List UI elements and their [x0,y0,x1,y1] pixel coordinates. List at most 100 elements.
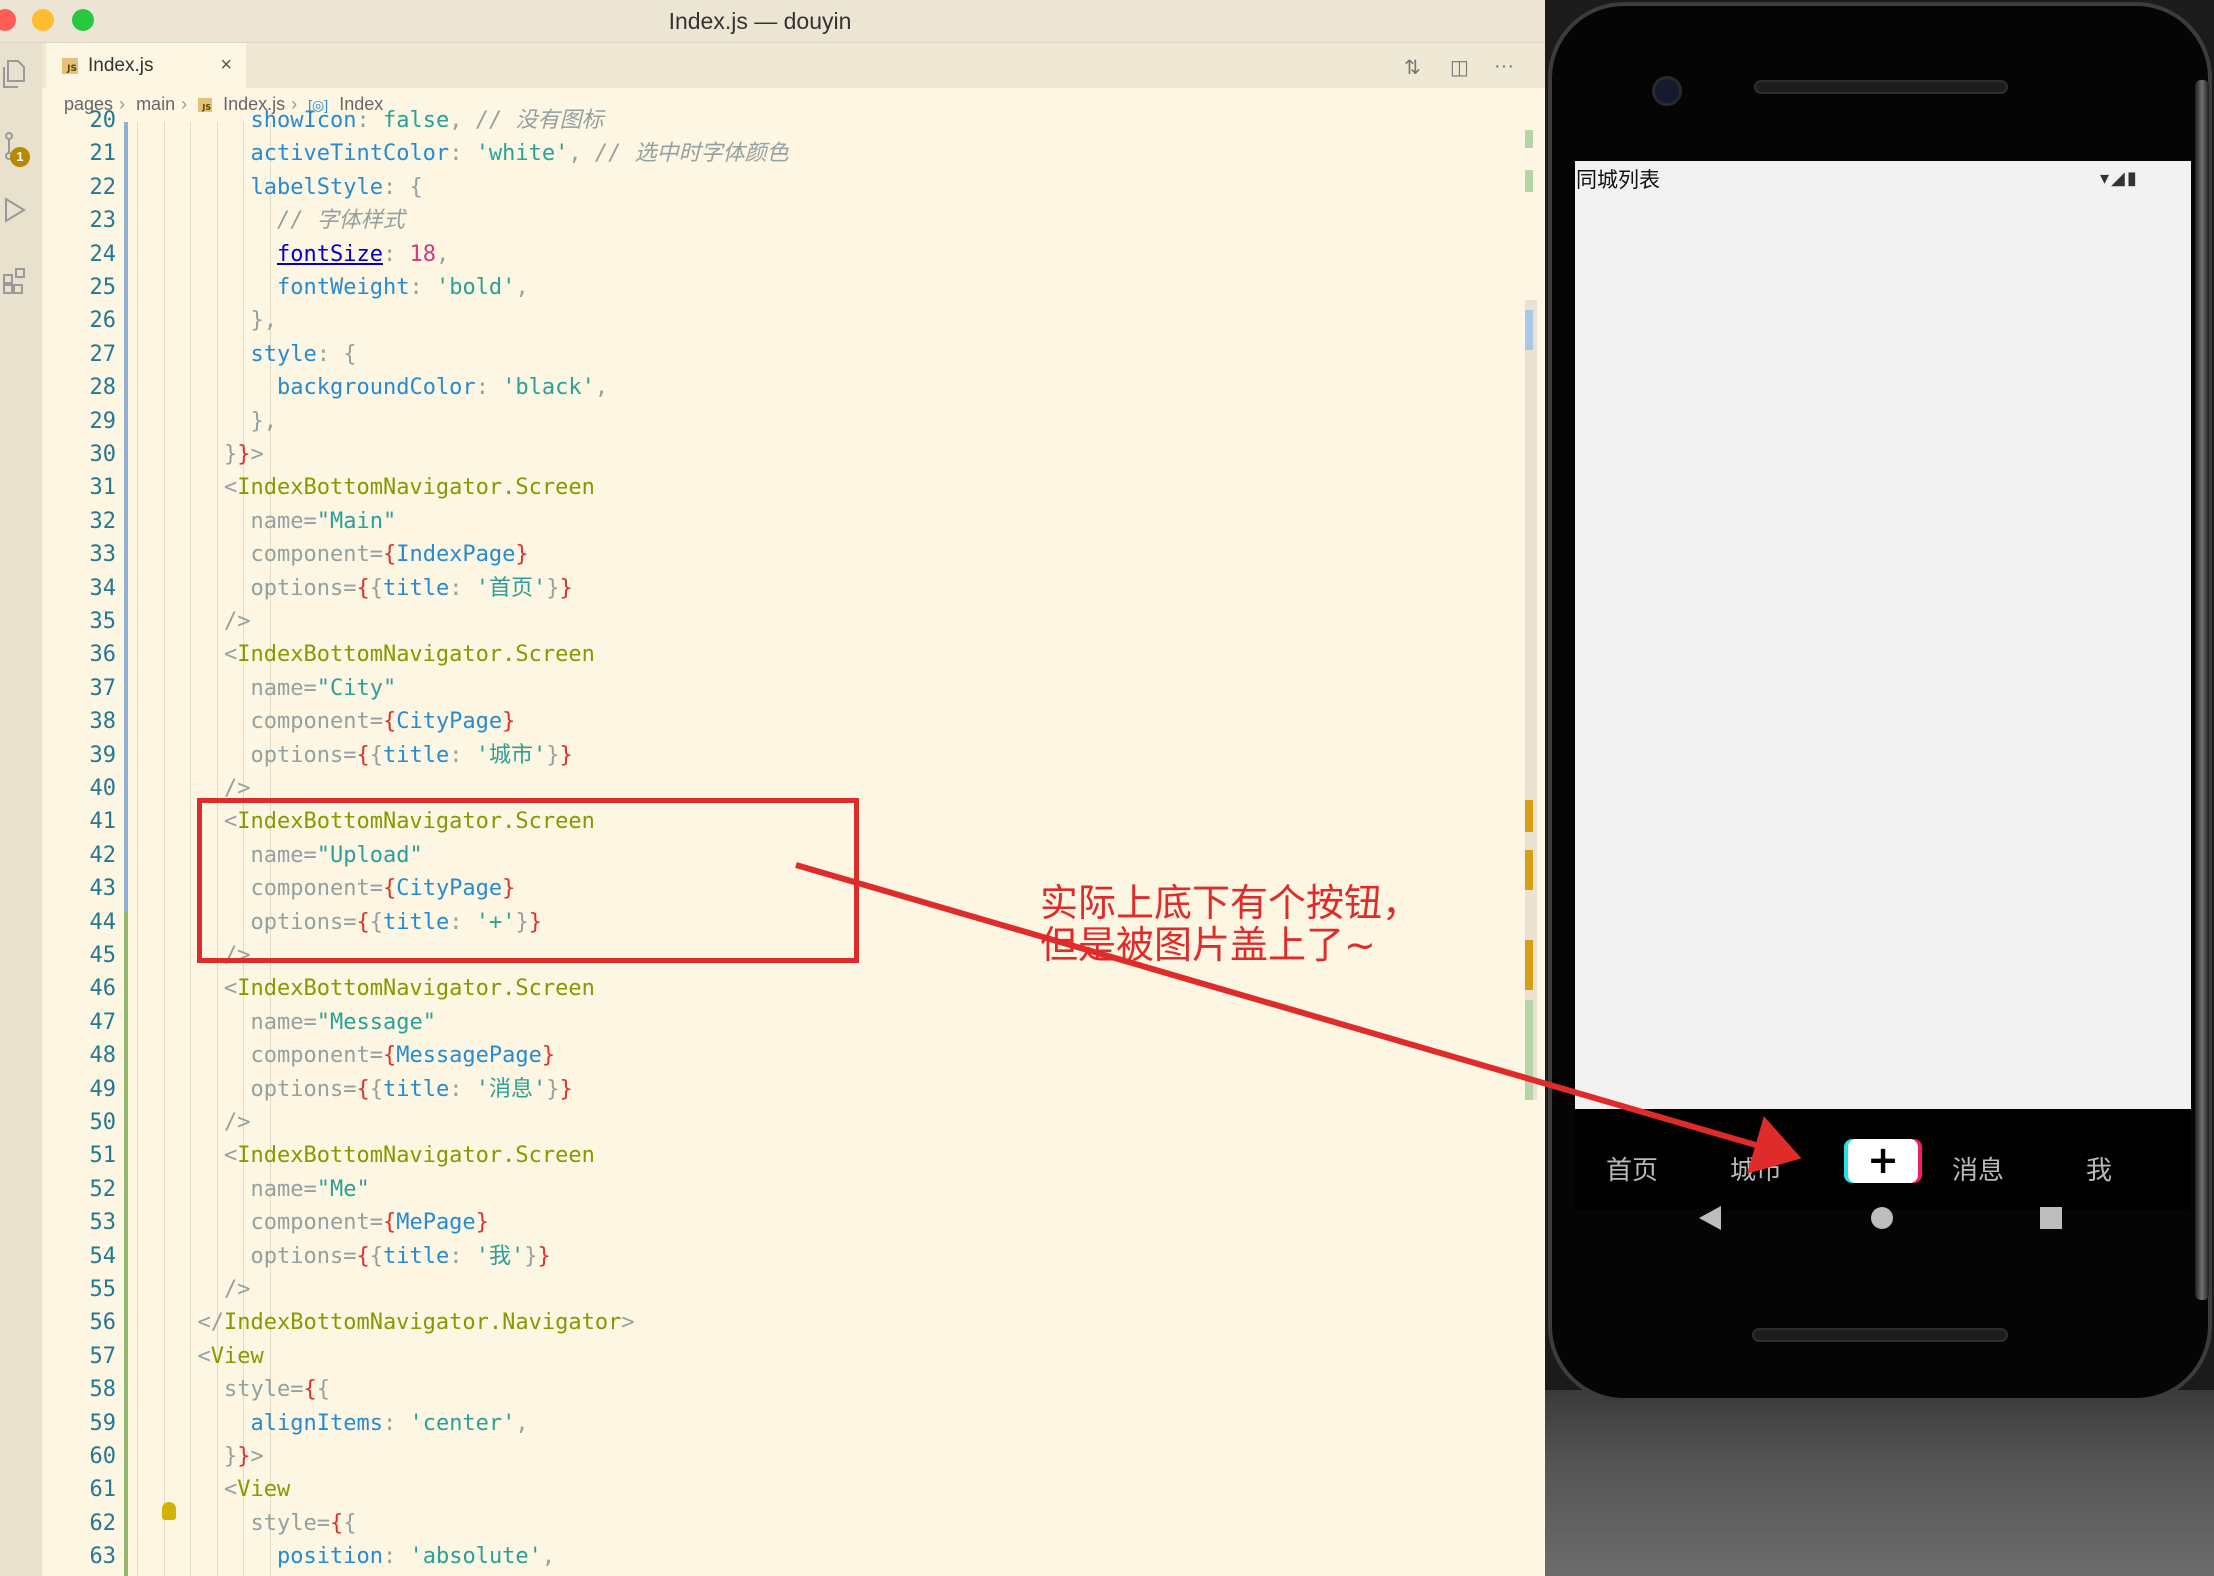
code-text: position: 'absolute', [277,1540,555,1573]
code-text: component={CityPage} [251,705,516,738]
code-token: labelStyle [250,174,383,200]
line-number: 55 [89,1277,117,1302]
line-number: 29 [89,408,117,434]
line-number: 63 [89,1544,117,1570]
code-token: 'white' [475,141,569,167]
code-token: // 字体样式 [277,208,405,234]
code-token: { [356,1076,370,1102]
code-token: View [237,1477,291,1503]
code-token: name= [250,1009,317,1035]
tab-index-js[interactable]: JS Index.js × [46,43,246,88]
tab-me[interactable]: 我 [2086,1150,2112,1187]
line-number: 54 [89,1243,117,1269]
javascript-file-icon: JS [198,98,213,112]
code-token: , [568,141,595,167]
breadcrumb-main[interactable]: main [136,94,175,114]
line-number: 36 [89,642,117,668]
line-number: 47 [89,1009,117,1035]
code-token: component= [250,1043,383,1069]
code-token: { [356,575,370,601]
code-token: { [382,542,397,568]
code-token: { [343,1510,357,1536]
app-screen[interactable] [1575,161,2191,1109]
code-token: style= [250,1510,330,1536]
camera-icon [1652,76,1682,106]
code-text: /> [224,1273,251,1306]
window-title: Index.js — douyin [668,8,852,34]
code-text: showIcon: false, // 没有图标 [251,104,604,137]
code-token: name= [250,675,317,701]
tab-home[interactable]: 首页 [1606,1150,1658,1187]
code-token: </ [197,1310,225,1336]
line-number: 58 [89,1377,117,1403]
line-number: 62 [89,1510,117,1536]
line-number: 28 [89,375,117,401]
line-number: 24 [89,241,117,267]
line-number: 50 [89,1110,117,1135]
back-icon[interactable] [1697,1204,1723,1232]
line-number: 43 [89,876,117,902]
code-token: } [524,1243,538,1269]
code-token: < [224,976,238,1002]
split-editor-icon[interactable]: ◫ [1450,55,1469,80]
explorer-icon[interactable] [2,59,28,89]
indent-guide [137,122,138,1576]
extensions-icon[interactable] [2,265,28,295]
code-token: /> [224,1277,251,1302]
code-token: title [382,575,450,601]
code-token: activeTintColor [250,141,450,167]
recents-icon[interactable] [2038,1204,2064,1232]
code-token: > [250,1444,264,1469]
status-bar [1575,161,2191,197]
lightbulb-icon[interactable] [162,1502,176,1520]
tab-city[interactable]: 城市 [1730,1150,1782,1187]
code-token: "City" [316,675,397,701]
phone-edge [2195,80,2209,1300]
code-token: : [449,742,476,768]
code-token: 18 [409,241,436,267]
code-token: '城市' [475,742,547,768]
code-token: /> [224,609,251,634]
code-token: "Me" [316,1176,370,1202]
code-token: : [449,141,476,167]
code-text: <IndexBottomNavigator.Screen [224,1139,595,1172]
code-token: component= [250,542,383,568]
code-token: : [449,575,476,601]
code-token: > [621,1310,635,1336]
code-token: backgroundColor [277,375,476,401]
code-token: 'absolute' [409,1544,542,1570]
code-text: fontWeight: 'bold', [277,271,529,304]
tab-bar: JS Index.js × ⇅ ◫ ··· [42,43,1545,88]
line-number: 37 [89,675,117,701]
code-token: options= [250,1243,357,1269]
code-text: }}> [224,1440,264,1473]
code-token: , [435,241,450,267]
tab-message[interactable]: 消息 [1952,1150,2004,1187]
line-number: 31 [89,475,117,501]
compare-changes-icon[interactable]: ⇅ [1404,55,1421,80]
code-token: } [537,1243,551,1269]
tab-close-icon[interactable]: × [220,54,232,77]
run-debug-icon[interactable] [2,195,28,225]
code-text: name="Message" [251,1006,436,1039]
overview-mark [1525,850,1533,890]
upload-button[interactable]: + [1848,1139,1918,1183]
status-icons: ▾◢▮ [2100,168,2139,188]
code-token: position [277,1544,383,1570]
code-text: // 字体样式 [277,204,405,237]
code-text: labelStyle: { [251,171,423,204]
home-icon[interactable] [1869,1204,1895,1232]
code-text: style={{ [251,1507,357,1540]
code-token: IndexBottomNavigator.Navigator [224,1310,622,1336]
code-token: title [382,1243,450,1269]
code-text: activeTintColor: 'white', // 选中时字体颜色 [251,137,789,170]
more-actions-icon[interactable]: ··· [1494,55,1514,78]
line-number: 34 [89,575,117,601]
code-text: name="Main" [251,505,397,538]
line-number: 52 [89,1176,117,1202]
bottom-speaker-grille [1752,1328,2008,1342]
line-number: 26 [89,308,117,334]
code-token: , [449,108,476,133]
code-token: , [515,1410,529,1436]
code-token: < [224,642,238,668]
